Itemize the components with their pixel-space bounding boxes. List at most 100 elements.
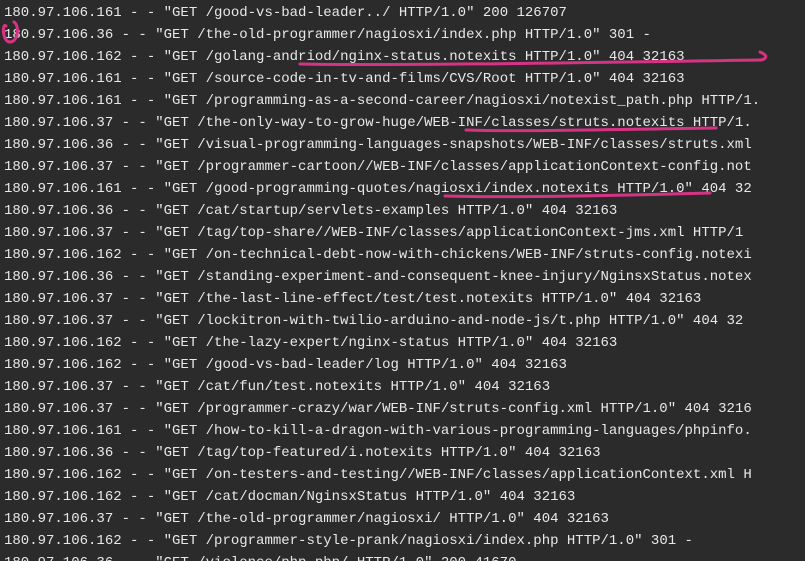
log-line: 180.97.106.162 - - "GET /programmer-styl… (4, 530, 801, 552)
log-ip: 180.97.106.161 (4, 181, 122, 197)
log-ip: 180.97.106.37 (4, 511, 113, 527)
log-prefix: - - "GET (122, 93, 206, 109)
log-prefix: - - "GET (122, 467, 206, 483)
log-prefix: - - "GET (113, 555, 197, 561)
log-prefix: - - "GET (122, 247, 206, 263)
log-line: 180.97.106.37 - - "GET /tag/top-share//W… (4, 222, 801, 244)
log-ip: 180.97.106.37 (4, 291, 113, 307)
log-line: 180.97.106.161 - - "GET /how-to-kill-a-d… (4, 420, 801, 442)
log-path: /good-vs-bad-leader../ HTTP/1.0" 200 126… (206, 5, 567, 21)
log-path: /the-only-way-to-grow-huge/WEB-INF/class… (197, 115, 752, 131)
log-line: 180.97.106.162 - - "GET /on-testers-and-… (4, 464, 801, 486)
log-path: /the-old-programmer/nagiosxi/ HTTP/1.0" … (197, 511, 609, 527)
log-prefix: - - "GET (122, 423, 206, 439)
log-path: /the-old-programmer/nagiosxi/index.php H… (197, 27, 651, 43)
log-path: /golang-andriod/nginx-status.notexits HT… (206, 49, 685, 65)
log-ip: 180.97.106.36 (4, 27, 113, 43)
log-path: /visual-programming-languages-snapshots/… (197, 137, 752, 153)
log-ip: 180.97.106.36 (4, 203, 113, 219)
log-prefix: - - "GET (113, 379, 197, 395)
log-line: 180.97.106.37 - - "GET /the-last-line-ef… (4, 288, 801, 310)
log-ip: 180.97.106.161 (4, 5, 122, 21)
log-path: /how-to-kill-a-dragon-with-various-progr… (206, 423, 752, 439)
log-prefix: - - "GET (113, 115, 197, 131)
log-prefix: - - "GET (113, 445, 197, 461)
log-path: /cat/docman/NginsxStatus HTTP/1.0" 404 3… (206, 489, 576, 505)
log-ip: 180.97.106.37 (4, 401, 113, 417)
log-line: 180.97.106.161 - - "GET /programming-as-… (4, 90, 801, 112)
log-path: /standing-experiment-and-consequent-knee… (197, 269, 752, 285)
log-line: 180.97.106.36 - - "GET /cat/startup/serv… (4, 200, 801, 222)
log-ip: 180.97.106.161 (4, 71, 122, 87)
log-path: /good-vs-bad-leader/log HTTP/1.0" 404 32… (206, 357, 567, 373)
log-line: 180.97.106.162 - - "GET /golang-andriod/… (4, 46, 801, 68)
log-path: /programmer-cartoon//WEB-INF/classes/app… (197, 159, 752, 175)
log-prefix: - - "GET (113, 511, 197, 527)
log-line: 180.97.106.161 - - "GET /good-programmin… (4, 178, 801, 200)
log-prefix: - - "GET (122, 71, 206, 87)
log-ip: 180.97.106.162 (4, 247, 122, 263)
terminal-log-view[interactable]: 180.97.106.161 - - "GET /good-vs-bad-lea… (0, 0, 805, 561)
log-line: 180.97.106.36 - - "GET /standing-experim… (4, 266, 801, 288)
log-ip: 180.97.106.162 (4, 533, 122, 549)
log-path: /tag/top-featured/i.notexits HTTP/1.0" 4… (197, 445, 600, 461)
log-path: /tag/top-share//WEB-INF/classes/applicat… (197, 225, 743, 241)
log-prefix: - - "GET (113, 269, 197, 285)
log-line: 180.97.106.161 - - "GET /source-code-in-… (4, 68, 801, 90)
log-line: 180.97.106.36 - - "GET /the-old-programm… (4, 24, 801, 46)
log-prefix: - - "GET (122, 49, 206, 65)
log-path: /violence/php.php/ HTTP/1.0" 200 41670 (197, 555, 516, 561)
log-line: 180.97.106.37 - - "GET /programmer-crazy… (4, 398, 801, 420)
log-prefix: - - "GET (122, 533, 206, 549)
log-ip: 180.97.106.162 (4, 467, 122, 483)
log-path: /programming-as-a-second-career/nagiosxi… (206, 93, 761, 109)
log-path: /lockitron-with-twilio-arduino-and-node-… (197, 313, 743, 329)
log-prefix: - - "GET (113, 291, 197, 307)
log-prefix: - - "GET (113, 137, 197, 153)
log-prefix: - - "GET (113, 27, 197, 43)
log-path: /cat/startup/servlets-examples HTTP/1.0"… (197, 203, 617, 219)
log-path: /source-code-in-tv-and-films/CVS/Root HT… (206, 71, 685, 87)
log-ip: 180.97.106.162 (4, 335, 122, 351)
log-ip: 180.97.106.36 (4, 445, 113, 461)
log-prefix: - - "GET (113, 313, 197, 329)
log-path: /on-testers-and-testing//WEB-INF/classes… (206, 467, 752, 483)
log-prefix: - - "GET (122, 5, 206, 21)
log-path: /on-technical-debt-now-with-chickens/WEB… (206, 247, 752, 263)
log-ip: 180.97.106.36 (4, 555, 113, 561)
log-line: 180.97.106.37 - - "GET /the-only-way-to-… (4, 112, 801, 134)
log-path: /the-lazy-expert/nginx-status HTTP/1.0" … (206, 335, 618, 351)
log-line: 180.97.106.162 - - "GET /good-vs-bad-lea… (4, 354, 801, 376)
log-prefix: - - "GET (113, 225, 197, 241)
log-prefix: - - "GET (113, 203, 197, 219)
log-line: 180.97.106.37 - - "GET /cat/fun/test.not… (4, 376, 801, 398)
log-path: /programmer-style-prank/nagiosxi/index.p… (206, 533, 693, 549)
log-ip: 180.97.106.162 (4, 357, 122, 373)
log-ip: 180.97.106.37 (4, 225, 113, 241)
log-line: 180.97.106.162 - - "GET /the-lazy-expert… (4, 332, 801, 354)
log-ip: 180.97.106.37 (4, 159, 113, 175)
log-line: 180.97.106.37 - - "GET /lockitron-with-t… (4, 310, 801, 332)
log-line: 180.97.106.162 - - "GET /cat/docman/Ngin… (4, 486, 801, 508)
log-prefix: - - "GET (113, 401, 197, 417)
log-path: /the-last-line-effect/test/test.notexits… (197, 291, 701, 307)
log-prefix: - - "GET (122, 335, 206, 351)
log-prefix: - - "GET (113, 159, 197, 175)
log-ip: 180.97.106.162 (4, 489, 122, 505)
log-line: 180.97.106.36 - - "GET /violence/php.php… (4, 552, 801, 561)
log-ip: 180.97.106.36 (4, 137, 113, 153)
log-ip: 180.97.106.37 (4, 379, 113, 395)
log-prefix: - - "GET (122, 489, 206, 505)
log-ip: 180.97.106.36 (4, 269, 113, 285)
log-ip: 180.97.106.162 (4, 49, 122, 65)
log-path: /programmer-crazy/war/WEB-INF/struts-con… (197, 401, 752, 417)
log-line: 180.97.106.37 - - "GET /programmer-carto… (4, 156, 801, 178)
log-line: 180.97.106.162 - - "GET /on-technical-de… (4, 244, 801, 266)
log-ip: 180.97.106.37 (4, 313, 113, 329)
log-line: 180.97.106.37 - - "GET /the-old-programm… (4, 508, 801, 530)
log-prefix: - - "GET (122, 357, 206, 373)
log-path: /good-programming-quotes/nagiosxi/index.… (206, 181, 752, 197)
log-ip: 180.97.106.161 (4, 93, 122, 109)
log-ip: 180.97.106.161 (4, 423, 122, 439)
log-line: 180.97.106.161 - - "GET /good-vs-bad-lea… (4, 2, 801, 24)
